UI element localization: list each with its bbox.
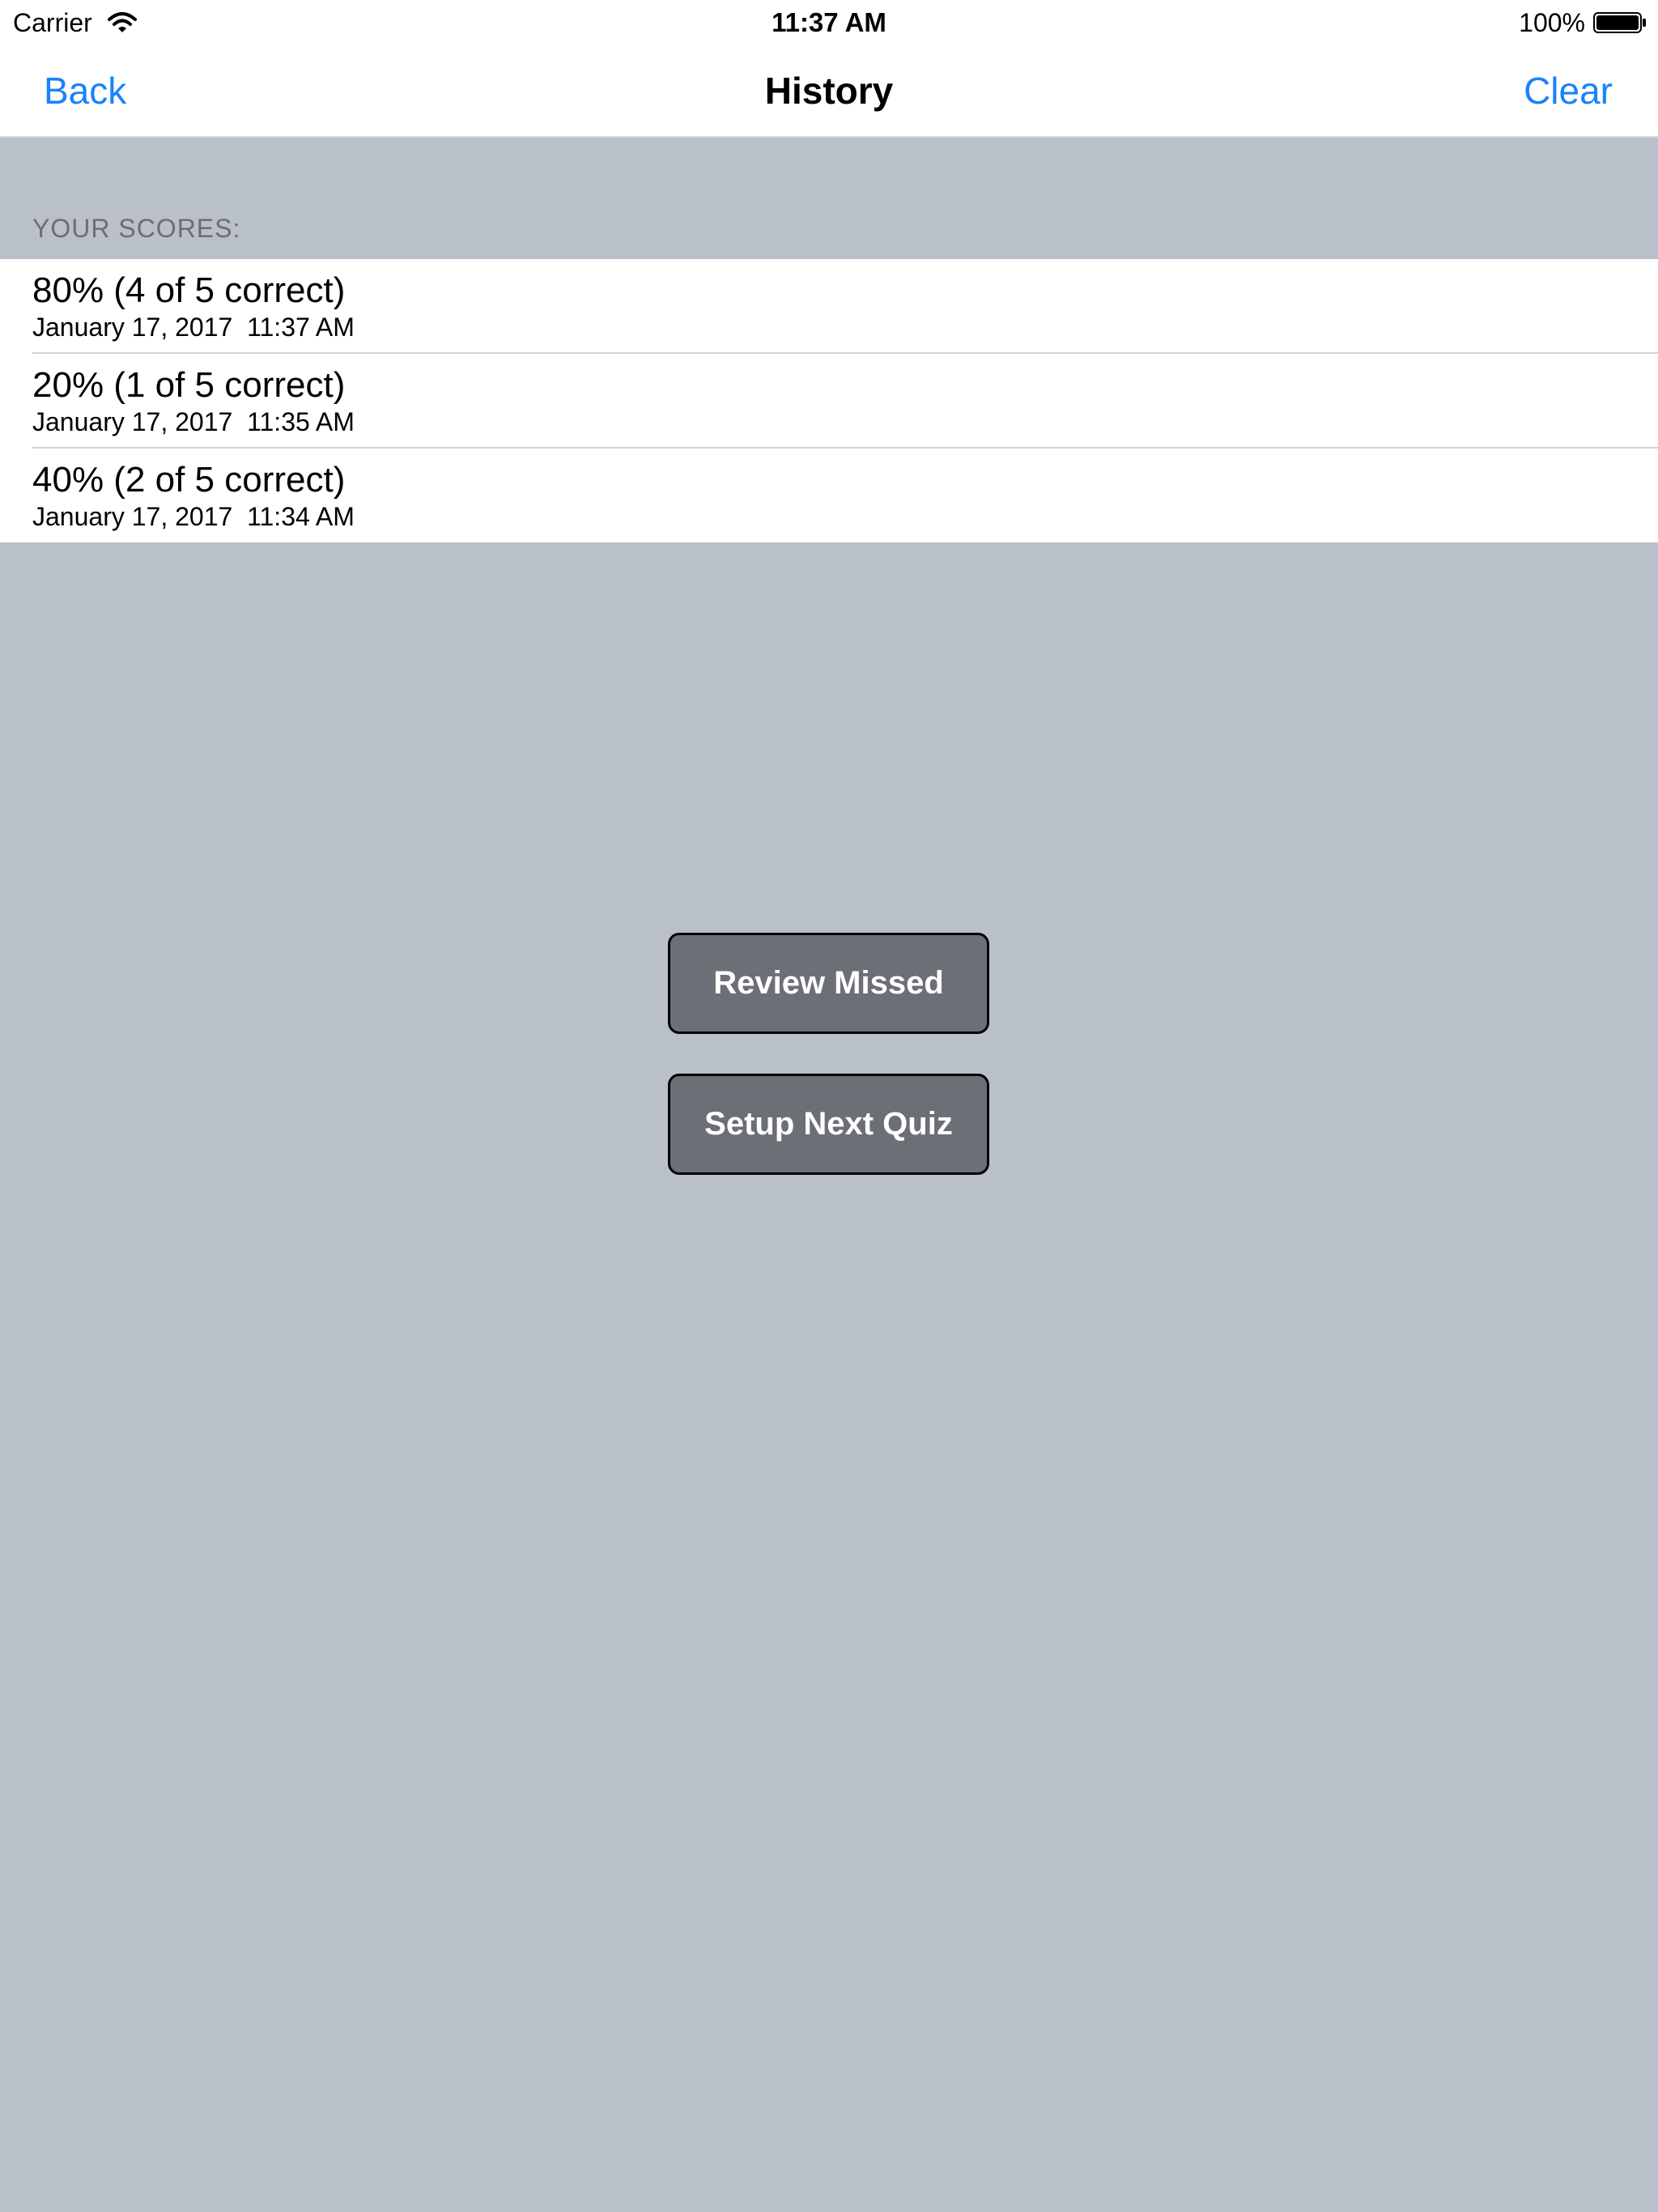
review-missed-button[interactable]: Review Missed — [668, 933, 989, 1034]
battery-icon — [1593, 11, 1647, 34]
score-title: 40% (2 of 5 correct) — [32, 460, 346, 500]
score-row[interactable]: 80% (4 of 5 correct) January 17, 2017 11… — [0, 259, 1658, 354]
score-date: January 17, 2017 11:34 AM — [32, 502, 355, 531]
score-title: 80% (4 of 5 correct) — [32, 270, 346, 310]
scores-list: 80% (4 of 5 correct) January 17, 2017 11… — [0, 259, 1658, 542]
score-title: 20% (1 of 5 correct) — [32, 365, 346, 405]
score-date: January 17, 2017 11:37 AM — [32, 313, 355, 342]
navigation-bar: Back History Clear — [0, 45, 1658, 138]
status-time: 11:37 AM — [772, 7, 886, 37]
page-title: History — [764, 70, 894, 112]
scores-section-header: YOUR SCORES: — [32, 214, 241, 243]
score-row[interactable]: 40% (2 of 5 correct) January 17, 2017 11… — [0, 449, 1658, 543]
battery-percent: 100% — [1519, 8, 1585, 37]
score-row[interactable]: 20% (1 of 5 correct) January 17, 2017 11… — [0, 354, 1658, 449]
score-date: January 17, 2017 11:35 AM — [32, 407, 355, 436]
setup-next-quiz-button[interactable]: Setup Next Quiz — [668, 1074, 989, 1175]
status-bar: Carrier 11:37 AM 100% — [0, 0, 1658, 45]
clear-button[interactable]: Clear — [1524, 70, 1613, 112]
